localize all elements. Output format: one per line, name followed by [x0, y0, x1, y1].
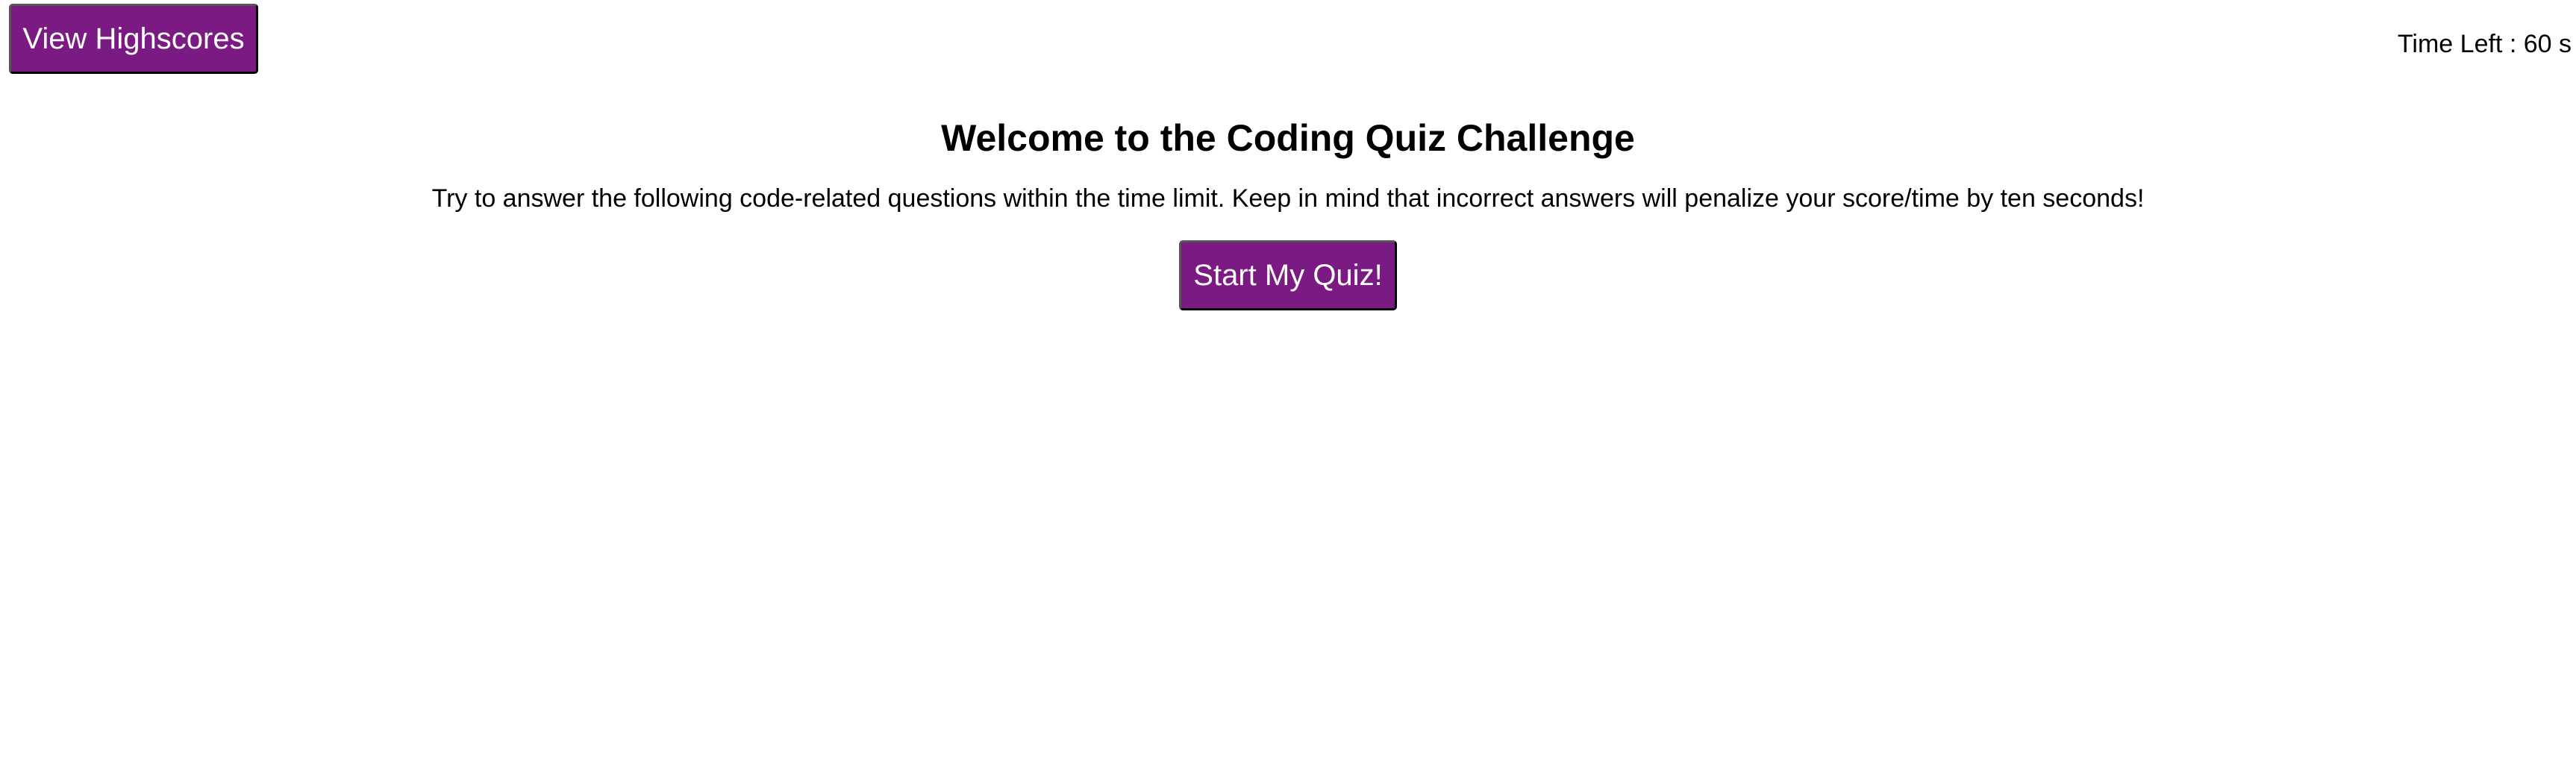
- start-quiz-button[interactable]: Start My Quiz!: [1179, 240, 1397, 310]
- welcome-section: Welcome to the Coding Quiz Challenge Try…: [0, 112, 2576, 215]
- timer-display: Time Left : 60 s: [2398, 30, 2572, 59]
- timer-label: Time Left :: [2397, 30, 2524, 58]
- timer-value: 60: [2523, 30, 2552, 58]
- view-highscores-button[interactable]: View Highscores: [9, 4, 258, 74]
- page-title: Welcome to the Coding Quiz Challenge: [941, 117, 1635, 159]
- instructions-text: Try to answer the following code-related…: [431, 184, 2145, 213]
- timer-unit: s: [2551, 30, 2572, 58]
